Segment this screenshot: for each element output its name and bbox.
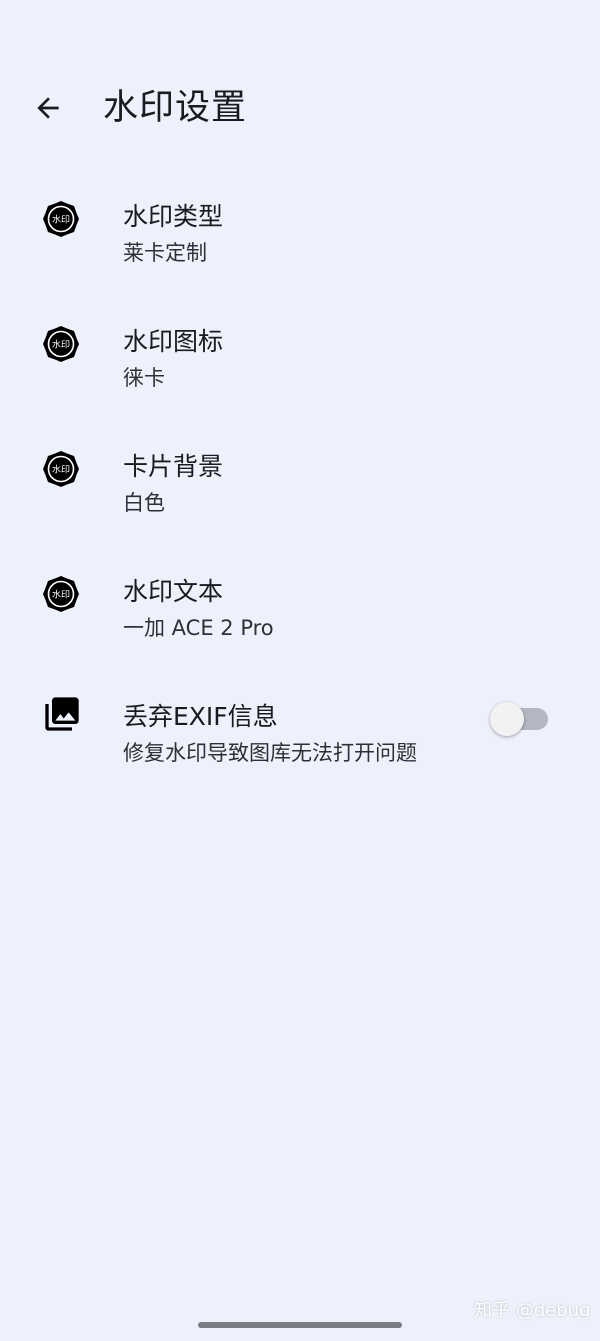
setting-watermark-text[interactable]: 水印 水印文本 一加 ACE 2 Pro: [0, 565, 600, 665]
setting-watermark-logo[interactable]: 水印 水印图标 徕卡: [0, 315, 600, 415]
watermark-badge-text: 水印: [52, 464, 70, 476]
arrow-back-icon: [37, 97, 59, 119]
setting-card-background[interactable]: 水印 卡片背景 白色: [0, 440, 600, 540]
watermark-badge-text: 水印: [52, 589, 70, 601]
setting-summary: 徕卡: [123, 366, 165, 390]
setting-title: 丢弃EXIF信息: [123, 702, 278, 731]
top-app-bar: 水印设置: [0, 72, 600, 144]
toggle-thumb: [490, 702, 524, 736]
photo-library-icon: [45, 697, 79, 731]
setting-watermark-type[interactable]: 水印 水印类型 莱卡定制: [0, 190, 600, 290]
setting-title: 水印类型: [123, 202, 224, 231]
overlay-watermark: 知乎 @debug: [474, 1300, 591, 1321]
watermark-badge-icon: 水印: [43, 576, 79, 612]
setting-summary: 修复水印导致图库无法打开问题: [123, 741, 417, 765]
setting-title: 水印图标: [123, 327, 224, 356]
watermark-badge-text: 水印: [52, 214, 70, 226]
setting-title: 卡片背景: [123, 452, 224, 481]
page-title: 水印设置: [103, 88, 248, 128]
watermark-badge-icon: 水印: [43, 451, 79, 487]
setting-discard-exif[interactable]: 丢弃EXIF信息 修复水印导致图库无法打开问题: [0, 690, 600, 790]
back-button[interactable]: [24, 84, 72, 132]
setting-title: 水印文本: [123, 577, 224, 606]
discard-exif-toggle[interactable]: [488, 701, 550, 737]
watermark-badge-icon: 水印: [43, 201, 79, 237]
setting-summary: 一加 ACE 2 Pro: [123, 616, 274, 640]
home-indicator[interactable]: [198, 1322, 402, 1328]
watermark-badge-icon: 水印: [43, 326, 79, 362]
setting-summary: 莱卡定制: [123, 241, 207, 265]
watermark-badge-text: 水印: [52, 339, 70, 351]
setting-summary: 白色: [123, 491, 165, 515]
